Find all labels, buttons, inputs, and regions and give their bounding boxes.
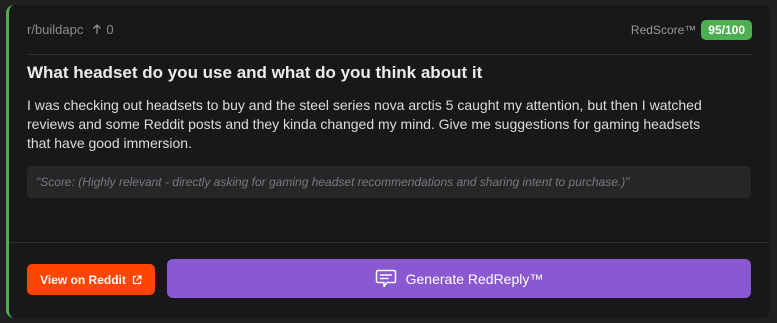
post-body: I was checking out headsets to buy and t… — [27, 97, 702, 151]
arrow-up-icon — [93, 24, 102, 34]
chat-bubble-icon — [375, 269, 396, 287]
divider — [9, 242, 770, 243]
post-meta: r/buildapc 0 — [27, 22, 114, 37]
redscore-label: RedScore™ — [630, 22, 697, 37]
external-link-icon — [132, 274, 142, 284]
redscore: RedScore™ 95/100 — [630, 19, 752, 40]
post-title: What headset do you use and what do you … — [27, 63, 483, 82]
score-badge: 95/100 — [701, 19, 752, 40]
upvote-count: 0 — [92, 22, 114, 37]
post-card: r/buildapc 0 RedScore™ 95/100 What heads… — [6, 5, 770, 318]
generate-redreply-label: Generate RedReply™ — [405, 270, 544, 287]
view-on-reddit-button[interactable]: View on Reddit — [27, 264, 155, 295]
score-note: "Score: (Highly relevant - directly aski… — [27, 166, 751, 198]
subreddit-label: r/buildapc — [27, 22, 84, 37]
upvote-value: 0 — [106, 22, 114, 37]
generate-redreply-button[interactable]: Generate RedReply™ — [167, 259, 751, 298]
view-on-reddit-label: View on Reddit — [40, 272, 126, 287]
post-header: r/buildapc 0 RedScore™ 95/100 — [27, 5, 752, 55]
